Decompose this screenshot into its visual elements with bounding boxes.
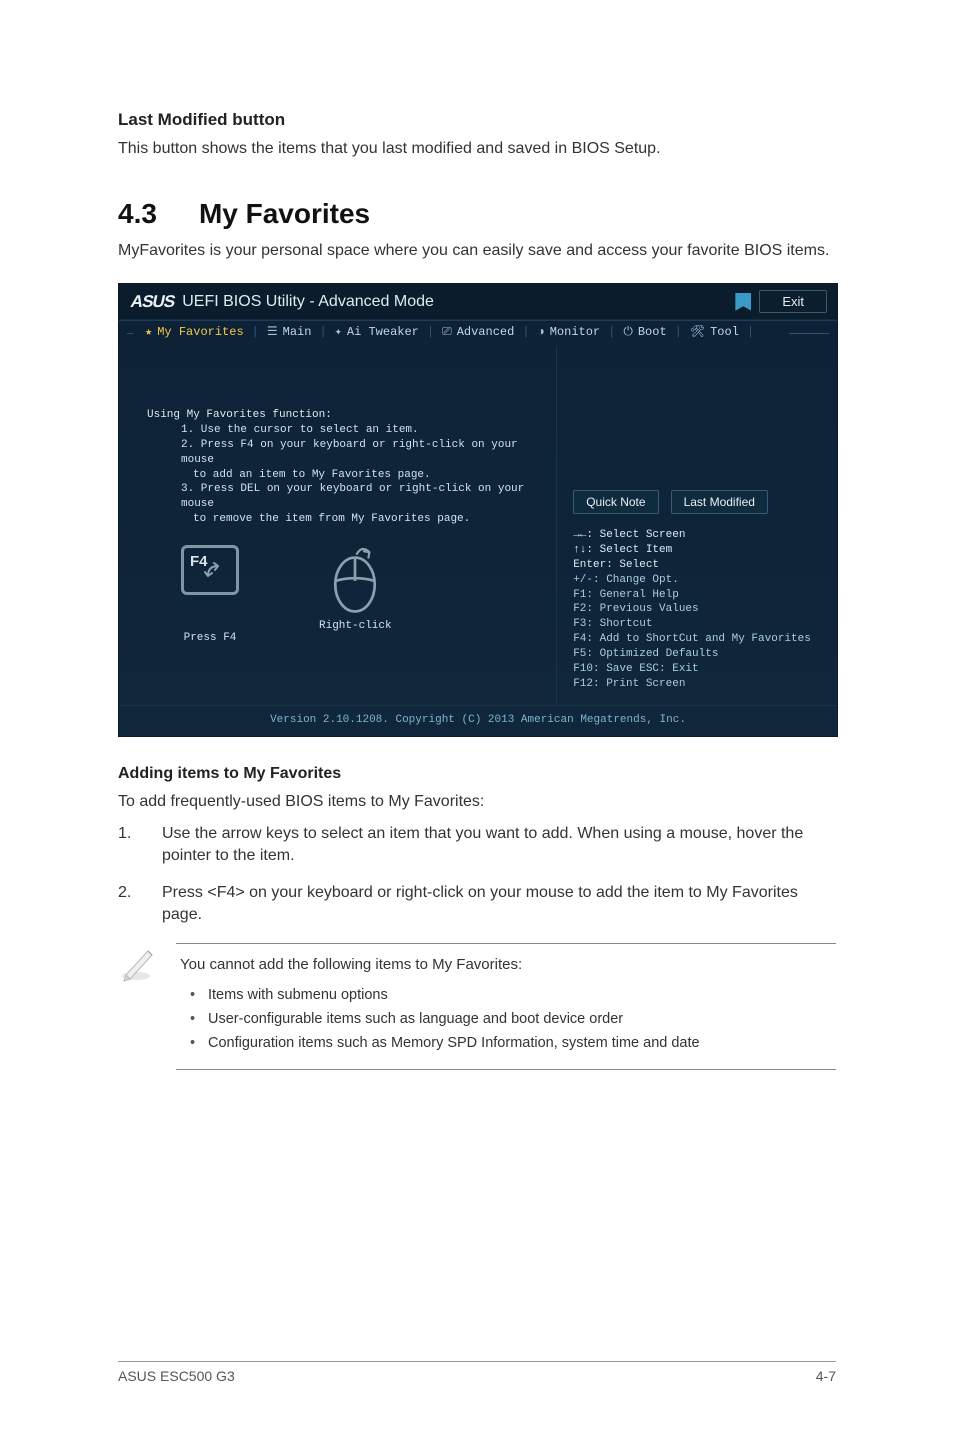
note-block: You cannot add the following items to My… (118, 943, 836, 1070)
section-number: 4.3 (118, 198, 157, 230)
mouse-illustration: Right-click (319, 545, 392, 634)
monitor-icon: ◑ (538, 326, 545, 338)
tool-icon: 🛠 (690, 326, 705, 338)
note-lead: You cannot add the following items to My… (180, 956, 832, 973)
footer-page: 4-7 (816, 1368, 836, 1384)
f4-key-illustration: F4 Press F4 (181, 545, 239, 646)
instruction-line: 2. Press F4 on your keyboard or right-cl… (181, 438, 534, 468)
section-title: My Favorites (199, 198, 370, 230)
instruction-line: to remove the item from My Favorites pag… (181, 512, 534, 527)
tab-my-favorites[interactable]: ★My Favorites (137, 325, 252, 339)
instruction-line: 1. Use the cursor to select an item. (181, 423, 534, 438)
quick-note-button[interactable]: Quick Note (573, 490, 658, 514)
last-modified-body: This button shows the items that you las… (118, 138, 836, 160)
steps-list: 1.Use the arrow keys to select an item t… (118, 823, 836, 927)
step-item: 2.Press <F4> on your keyboard or right-c… (118, 882, 836, 927)
note-item: Items with submenu options (180, 983, 832, 1007)
bios-title: UEFI BIOS Utility - Advanced Mode (182, 293, 434, 311)
section-header: 4.3 My Favorites (118, 198, 836, 230)
bookmark-icon[interactable] (735, 293, 751, 311)
f4-key-icon: F4 (181, 545, 239, 595)
last-modified-heading: Last Modified button (118, 110, 836, 130)
step-item: 1.Use the arrow keys to select an item t… (118, 823, 836, 868)
bios-menubar: ★My Favorites| ☰Main| ✦Ai Tweaker| ⎚Adva… (119, 320, 837, 346)
instructions-header: Using My Favorites function: (147, 408, 534, 423)
star-icon: ★ (145, 326, 152, 338)
section-intro: MyFavorites is your personal space where… (118, 240, 836, 262)
advanced-icon: ⎚ (442, 326, 452, 338)
last-modified-button[interactable]: Last Modified (671, 490, 768, 514)
tab-advanced[interactable]: ⎚Advanced (434, 325, 522, 339)
bios-right-pane: Quick Note Last Modified →←: Select Scre… (557, 346, 837, 705)
adding-heading: Adding items to My Favorites (118, 765, 836, 783)
bios-titlebar: ASUS UEFI BIOS Utility - Advanced Mode E… (119, 284, 837, 320)
instruction-line: to add an item to My Favorites page. (181, 468, 534, 483)
rightclick-caption: Right-click (319, 619, 392, 634)
bios-window: ASUS UEFI BIOS Utility - Advanced Mode E… (118, 283, 838, 737)
tab-main[interactable]: ☰Main (259, 325, 320, 339)
bios-left-pane: Using My Favorites function: 1. Use the … (119, 346, 557, 705)
note-item: Configuration items such as Memory SPD I… (180, 1031, 832, 1055)
asus-logo: ASUS (129, 292, 176, 312)
tab-boot[interactable]: ⏻Boot (615, 325, 674, 339)
tab-monitor[interactable]: ◑Monitor (530, 325, 609, 339)
f4-caption: Press F4 (184, 631, 237, 646)
instruction-line: 3. Press DEL on your keyboard or right-c… (181, 482, 534, 512)
note-item: User-configurable items such as language… (180, 1007, 832, 1031)
footer-model: ASUS ESC500 G3 (118, 1368, 235, 1384)
bios-version-footer: Version 2.10.1208. Copyright (C) 2013 Am… (119, 705, 837, 736)
list-icon: ☰ (267, 326, 278, 338)
help-key-list: →←: Select Screen ↑↓: Select Item Enter:… (573, 528, 823, 691)
note-pen-icon (118, 943, 158, 988)
mouse-icon (323, 545, 387, 615)
tab-tool[interactable]: 🛠Tool (682, 325, 747, 339)
tweaker-icon: ✦ (335, 326, 342, 338)
adding-intro: To add frequently-used BIOS items to My … (118, 791, 836, 813)
note-list: Items with submenu options User-configur… (180, 983, 832, 1055)
page-footer: ASUS ESC500 G3 4-7 (118, 1361, 836, 1384)
power-icon: ⏻ (623, 326, 633, 338)
exit-button[interactable]: Exit (759, 290, 827, 313)
tab-ai-tweaker[interactable]: ✦Ai Tweaker (327, 325, 427, 339)
